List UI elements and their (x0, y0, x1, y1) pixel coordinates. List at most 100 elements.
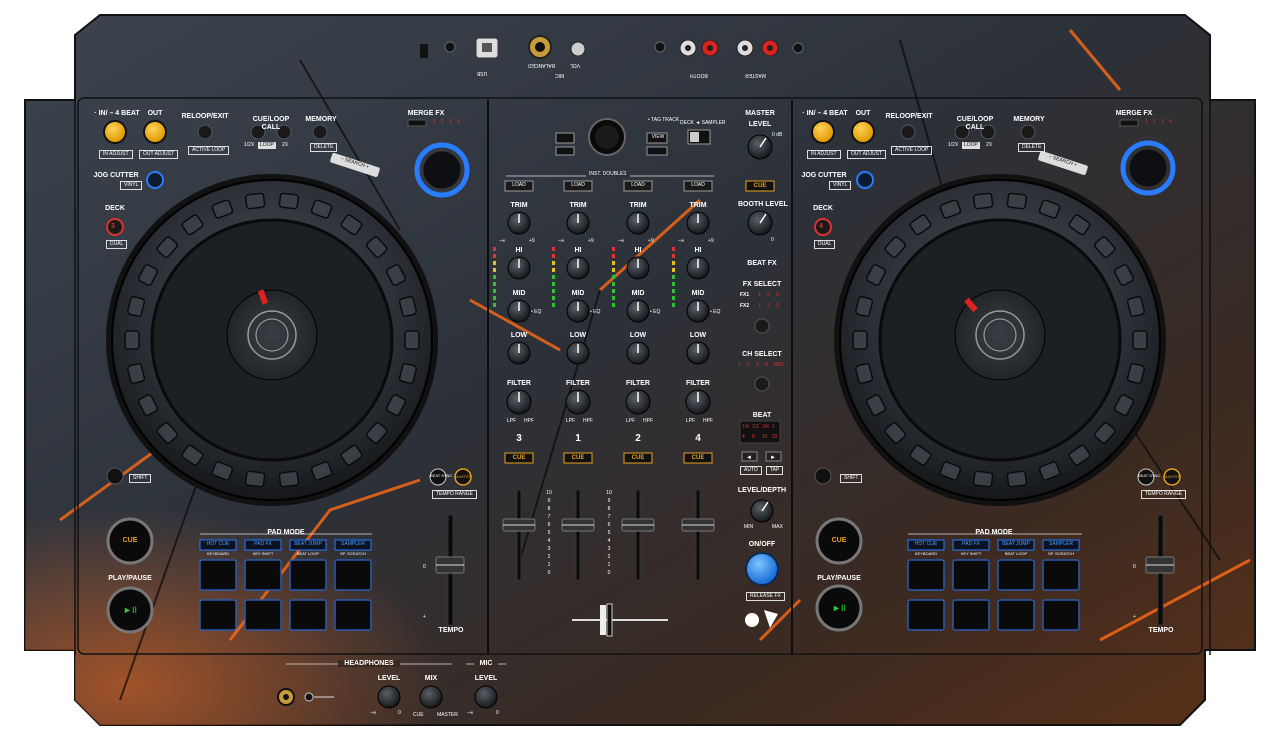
fx2-select-num-1: 1 (758, 303, 761, 309)
fx-select-knob[interactable] (754, 318, 770, 334)
pad-right-7[interactable] (997, 599, 1035, 631)
level-meter-ch2-4 (612, 268, 615, 272)
trim-min-ch4: –∞ (678, 238, 685, 244)
merge-fx-button-right[interactable] (1119, 119, 1139, 127)
vol-knob[interactable] (570, 41, 586, 57)
hp-level-max-label: 0 (398, 710, 401, 716)
memory-button-right[interactable] (1020, 124, 1036, 140)
pad-right-1[interactable] (907, 559, 945, 591)
zoom-button[interactable] (646, 146, 668, 156)
level-meter-ch4-9 (672, 303, 675, 307)
in-4beat-label: · IN/ – 4 BEAT (94, 110, 140, 117)
fader-scale-2-1: 1 (607, 562, 611, 568)
level-meter-ch3-1 (493, 247, 496, 251)
shift-button-right[interactable] (814, 467, 832, 485)
fx-on-off-button[interactable] (745, 552, 779, 586)
jog-cutter-button-right[interactable] (856, 171, 874, 189)
pad-right-2[interactable] (952, 559, 990, 591)
pad-right-3[interactable] (997, 559, 1035, 591)
pad-left-5[interactable] (199, 599, 237, 631)
beat-val-top-3: 3/4 (762, 424, 769, 430)
merge-fx-knob-right[interactable] (1128, 148, 1168, 188)
back-button[interactable] (555, 132, 575, 144)
in-4beat-button-right[interactable] (811, 120, 835, 144)
merge-fx-knob[interactable] (422, 150, 462, 190)
headphones-mini-jack[interactable] (304, 692, 314, 702)
fx2-select-num-2: 2 (767, 303, 770, 309)
low-label-ch4: LOW (689, 332, 707, 339)
pad-right-6[interactable] (952, 599, 990, 631)
in-4beat-button[interactable] (103, 120, 127, 144)
fader-scale-2-0: 0 (607, 570, 611, 576)
pad-sub-label-left-1: KEYBOARD (206, 551, 230, 556)
merge-fx-button[interactable] (407, 119, 427, 127)
hpf-label-ch1: HPF (583, 418, 593, 424)
pad-right-5[interactable] (907, 599, 945, 631)
merge-fx-num-2-right: 2 (1153, 119, 1156, 125)
level-meter-ch3-9 (493, 303, 496, 307)
beat-label: BEAT (752, 412, 772, 419)
level-meter-ch1-1 (552, 247, 555, 251)
level-depth-label: LEVEL/DEPTH (737, 487, 787, 494)
eq-label-ch2: • EQ (650, 309, 661, 315)
pad-left-7[interactable] (289, 599, 327, 631)
right-arrow-icon: ► (770, 455, 776, 461)
pad-right-8[interactable] (1042, 599, 1080, 631)
dj-controller-skin: ►II ►II ◄ ► (24, 14, 1256, 726)
pad-left-1[interactable] (199, 559, 237, 591)
jog-cutter-button[interactable] (146, 171, 164, 189)
vol-label: VOL (570, 62, 581, 68)
hi-label-ch1: HI (574, 247, 582, 254)
ch-select-num-MST: MST (774, 362, 785, 368)
beat-val-bottom-3: 16 (762, 434, 768, 440)
pad-left-8[interactable] (334, 599, 372, 631)
release-fx-label: RELEASE FX (746, 592, 785, 601)
headphones-level-knob[interactable] (377, 685, 401, 709)
pad-left-2[interactable] (244, 559, 282, 591)
level-meter-ch4-6 (672, 282, 675, 286)
jog-tooth-right-20 (972, 192, 994, 210)
auto-label: AUTO (740, 466, 762, 475)
play-pause-label: PLAY/PAUSE (108, 575, 152, 582)
deck-3-button[interactable] (106, 218, 124, 236)
fx-select-label: FX SELECT (742, 281, 782, 288)
dual-label: DUAL (106, 240, 128, 249)
ch-select-num-4: 4 (765, 362, 768, 368)
vinyl-label-right: VINYL (829, 181, 852, 190)
trim-min-ch1: –∞ (558, 238, 565, 244)
reloop-button[interactable] (197, 124, 213, 140)
shift-button[interactable] (106, 467, 124, 485)
cue-label-ch3: CUE (512, 455, 526, 461)
merge-fx-num-3: 3 (449, 119, 452, 125)
out-button-right[interactable] (851, 120, 875, 144)
reloop-button-right[interactable] (900, 124, 916, 140)
pad-mode-label-left-3: BEAT JUMP (294, 541, 322, 547)
fader-scale-2-6: 6 (607, 522, 611, 528)
deck-label: DECK (105, 205, 125, 212)
trim-label-ch1: TRIM (569, 202, 587, 209)
reloop-label-right: RELOOP/EXIT (885, 113, 933, 120)
vinyl-label: VINYL (120, 181, 143, 190)
pad-right-4[interactable] (1042, 559, 1080, 591)
level-meter-ch3-7 (493, 289, 496, 293)
fader-scale-1-8: 8 (547, 506, 551, 512)
crossfader[interactable] (606, 603, 613, 637)
pad-left-6[interactable] (244, 599, 282, 631)
delete-label: DELETE (310, 143, 338, 152)
ch-select-knob[interactable] (754, 376, 770, 392)
pad-left-3[interactable] (289, 559, 327, 591)
deck-4-button[interactable] (814, 218, 832, 236)
hp-level-min-label: –∞ (370, 710, 377, 716)
tree-button[interactable] (555, 146, 575, 156)
level-meter-ch1-9 (552, 303, 555, 307)
headphones-mix-knob[interactable] (419, 685, 443, 709)
cue-label: CUE (122, 537, 138, 544)
mic-level-knob[interactable] (474, 685, 498, 709)
beat-fx-label: BEAT FX (747, 260, 777, 267)
level-meter-ch1-4 (552, 268, 555, 272)
memory-button[interactable] (312, 124, 328, 140)
level-meter-ch2-9 (612, 303, 615, 307)
view-label: VIEW (651, 134, 665, 140)
pad-left-4[interactable] (334, 559, 372, 591)
out-button[interactable] (143, 120, 167, 144)
